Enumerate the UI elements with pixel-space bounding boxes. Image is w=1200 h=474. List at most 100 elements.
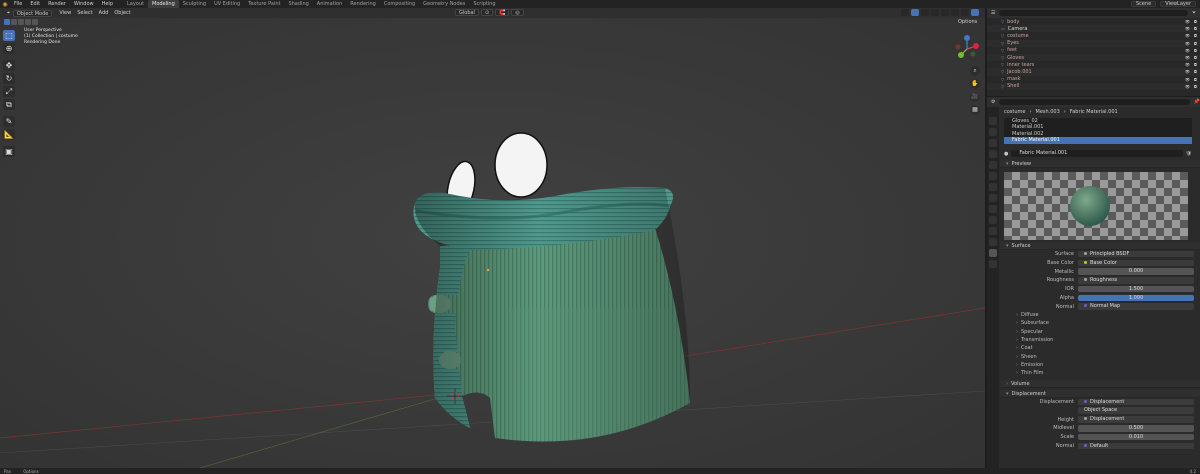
grid-view-icon[interactable]: ▦ [970,105,980,115]
scale-field[interactable]: 0.010 [1078,433,1194,441]
solid-shading-icon[interactable] [951,9,959,16]
midlevel-field[interactable]: 0.500 [1078,425,1194,432]
options-dropdown[interactable]: Options [958,19,977,25]
tab-object-icon[interactable] [989,183,997,191]
subpanel-transmission[interactable]: › Transmission [1000,336,1200,344]
viewport-scene[interactable] [0,8,985,468]
measure-tool-icon[interactable]: 📐 [3,129,15,140]
tab-uv-editing[interactable]: UV Editing [210,0,244,8]
menu-file[interactable]: File [10,1,26,7]
tab-compositing[interactable]: Compositing [380,0,419,8]
tab-animation[interactable]: Animation [313,0,347,8]
3d-viewport[interactable]: ⌖ Object Mode View Select Add Object Glo… [0,8,985,468]
subpanel-emission[interactable]: › Emission [1000,361,1200,369]
add-cube-tool-icon[interactable]: ▣ [3,146,15,157]
menu-view[interactable]: View [56,10,74,16]
displacement-field[interactable]: Displacement [1078,398,1194,406]
outliner-item-eyes[interactable]: ▽ Eyes 👁 ◘ [987,39,1200,47]
normal-field[interactable]: Default [1078,442,1194,450]
render-camera-icon[interactable]: ◘ [1194,41,1197,46]
tab-modeling[interactable]: Modeling [148,0,179,8]
move-tool-icon[interactable]: ✥ [3,60,15,71]
material-sphere-icon[interactable]: ● [1004,151,1008,157]
xray-icon[interactable] [931,9,939,16]
render-camera-icon[interactable]: ◘ [1194,84,1197,89]
render-camera-icon[interactable]: ◘ [1194,62,1197,67]
tab-texture-icon[interactable] [989,260,997,268]
outliner-item-body[interactable]: ▽ body 👁 ◘ [987,18,1200,25]
tab-data-icon[interactable] [989,238,997,246]
tab-constraints-icon[interactable] [989,227,997,235]
outliner-item-costume[interactable]: ▽ costume 👁 ◘ [987,32,1200,39]
subpanel-diffuse[interactable]: › Diffuse [1000,311,1200,319]
visibility-eye-icon[interactable]: 👁 [1185,55,1190,60]
select-box-tool-icon[interactable]: ⬚ [3,30,15,41]
material-slot-selected[interactable]: Fabric Material.001 [1004,137,1192,144]
subpanel-coat[interactable]: › Coat [1000,344,1200,352]
navigation-gizmo[interactable] [952,34,982,64]
visibility-icon[interactable] [901,9,909,16]
outliner-item-mask[interactable]: ▽ mask 👁 ◘ [987,76,1200,83]
base-color-field[interactable]: Base Color [1078,259,1194,266]
tab-output-icon[interactable] [989,139,997,147]
menu-help[interactable]: Help [98,1,117,7]
select-intersect-icon[interactable] [32,19,38,25]
gizmo-z-icon[interactable] [964,35,970,41]
tab-geometry-nodes[interactable]: Geometry Nodes [419,0,469,8]
zoom-icon[interactable]: ⌕ [970,66,980,76]
surface-shader-field[interactable]: Principled BSDF [1078,250,1194,258]
outliner-item-inner-tears[interactable]: ▽ inner tears 👁 ◘ [987,61,1200,68]
gizmo-neg-x-icon[interactable] [955,44,961,50]
pan-hand-icon[interactable]: ✋ [970,79,980,89]
wireframe-shading-icon[interactable] [941,9,949,16]
outliner-editor-icon[interactable]: ☰ [991,10,995,16]
menu-add[interactable]: Add [96,10,112,16]
orientation-dropdown[interactable]: Global [455,9,479,16]
render-camera-icon[interactable]: ◘ [1194,55,1197,60]
gizmo-neg-y-icon[interactable] [970,51,976,57]
menu-object[interactable]: Object [111,10,133,16]
render-camera-icon[interactable]: ◘ [1194,19,1197,24]
normal-field[interactable]: Normal Map [1078,303,1194,310]
alpha-field[interactable]: 1.000 [1078,294,1194,302]
tab-physics-icon[interactable] [989,216,997,224]
pivot-icon[interactable]: ⊙ [480,9,494,16]
material-shading-icon[interactable] [961,9,969,16]
visibility-eye-icon[interactable]: 👁 [1185,62,1190,67]
gizmo-y-icon[interactable] [958,52,964,58]
space-dropdown[interactable]: Object Space [1078,407,1194,414]
tab-texture-paint[interactable]: Texture Paint [244,0,284,8]
scale-tool-icon[interactable]: ⤢ [3,86,15,97]
metallic-field[interactable]: 0.000 [1078,268,1194,275]
rendered-shading-icon[interactable] [971,9,979,16]
scene-selector[interactable]: Scene [1130,1,1157,7]
visibility-eye-icon[interactable]: 👁 [1185,77,1190,82]
menu-window[interactable]: Window [70,1,98,7]
outliner-item-gloves[interactable]: ▽ Gloves 👁 ◘ [987,53,1200,62]
tab-particles-icon[interactable] [989,205,997,213]
roughness-field[interactable]: Roughness [1078,277,1194,284]
ior-field[interactable]: 1.500 [1078,285,1194,293]
view-layer-selector[interactable]: ViewLayer [1160,1,1196,7]
cursor-tool-icon[interactable]: ⊕ [3,43,15,54]
tab-render-icon[interactable] [989,128,997,136]
transform-tool-icon[interactable]: ⧉ [3,99,15,110]
visibility-eye-icon[interactable]: 👁 [1185,69,1190,74]
outliner-item-feet[interactable]: ▽ feet 👁 ◘ [987,47,1200,54]
editor-type-icon[interactable]: ⌖ [4,10,13,16]
visibility-eye-icon[interactable]: 👁 [1185,26,1190,31]
tab-scripting[interactable]: Scripting [469,0,499,8]
visibility-eye-icon[interactable]: 👁 [1185,84,1190,89]
pin-icon[interactable]: 📌 [1194,99,1200,105]
height-field[interactable]: Displacement [1078,416,1194,423]
overlay-icon[interactable] [921,9,929,16]
tab-sculpting[interactable]: Sculpting [179,0,210,8]
tab-rendering[interactable]: Rendering [346,0,380,8]
gizmo-toggle-icon[interactable] [911,9,919,16]
visibility-eye-icon[interactable]: 👁 [1185,33,1190,38]
properties-search-input[interactable] [999,99,1190,105]
subpanel-specular[interactable]: › Specular [1000,328,1200,336]
surface-panel-header[interactable]: ▾ Surface [1000,241,1200,250]
menu-select[interactable]: Select [74,10,95,16]
visibility-eye-icon[interactable]: 👁 [1185,19,1190,24]
